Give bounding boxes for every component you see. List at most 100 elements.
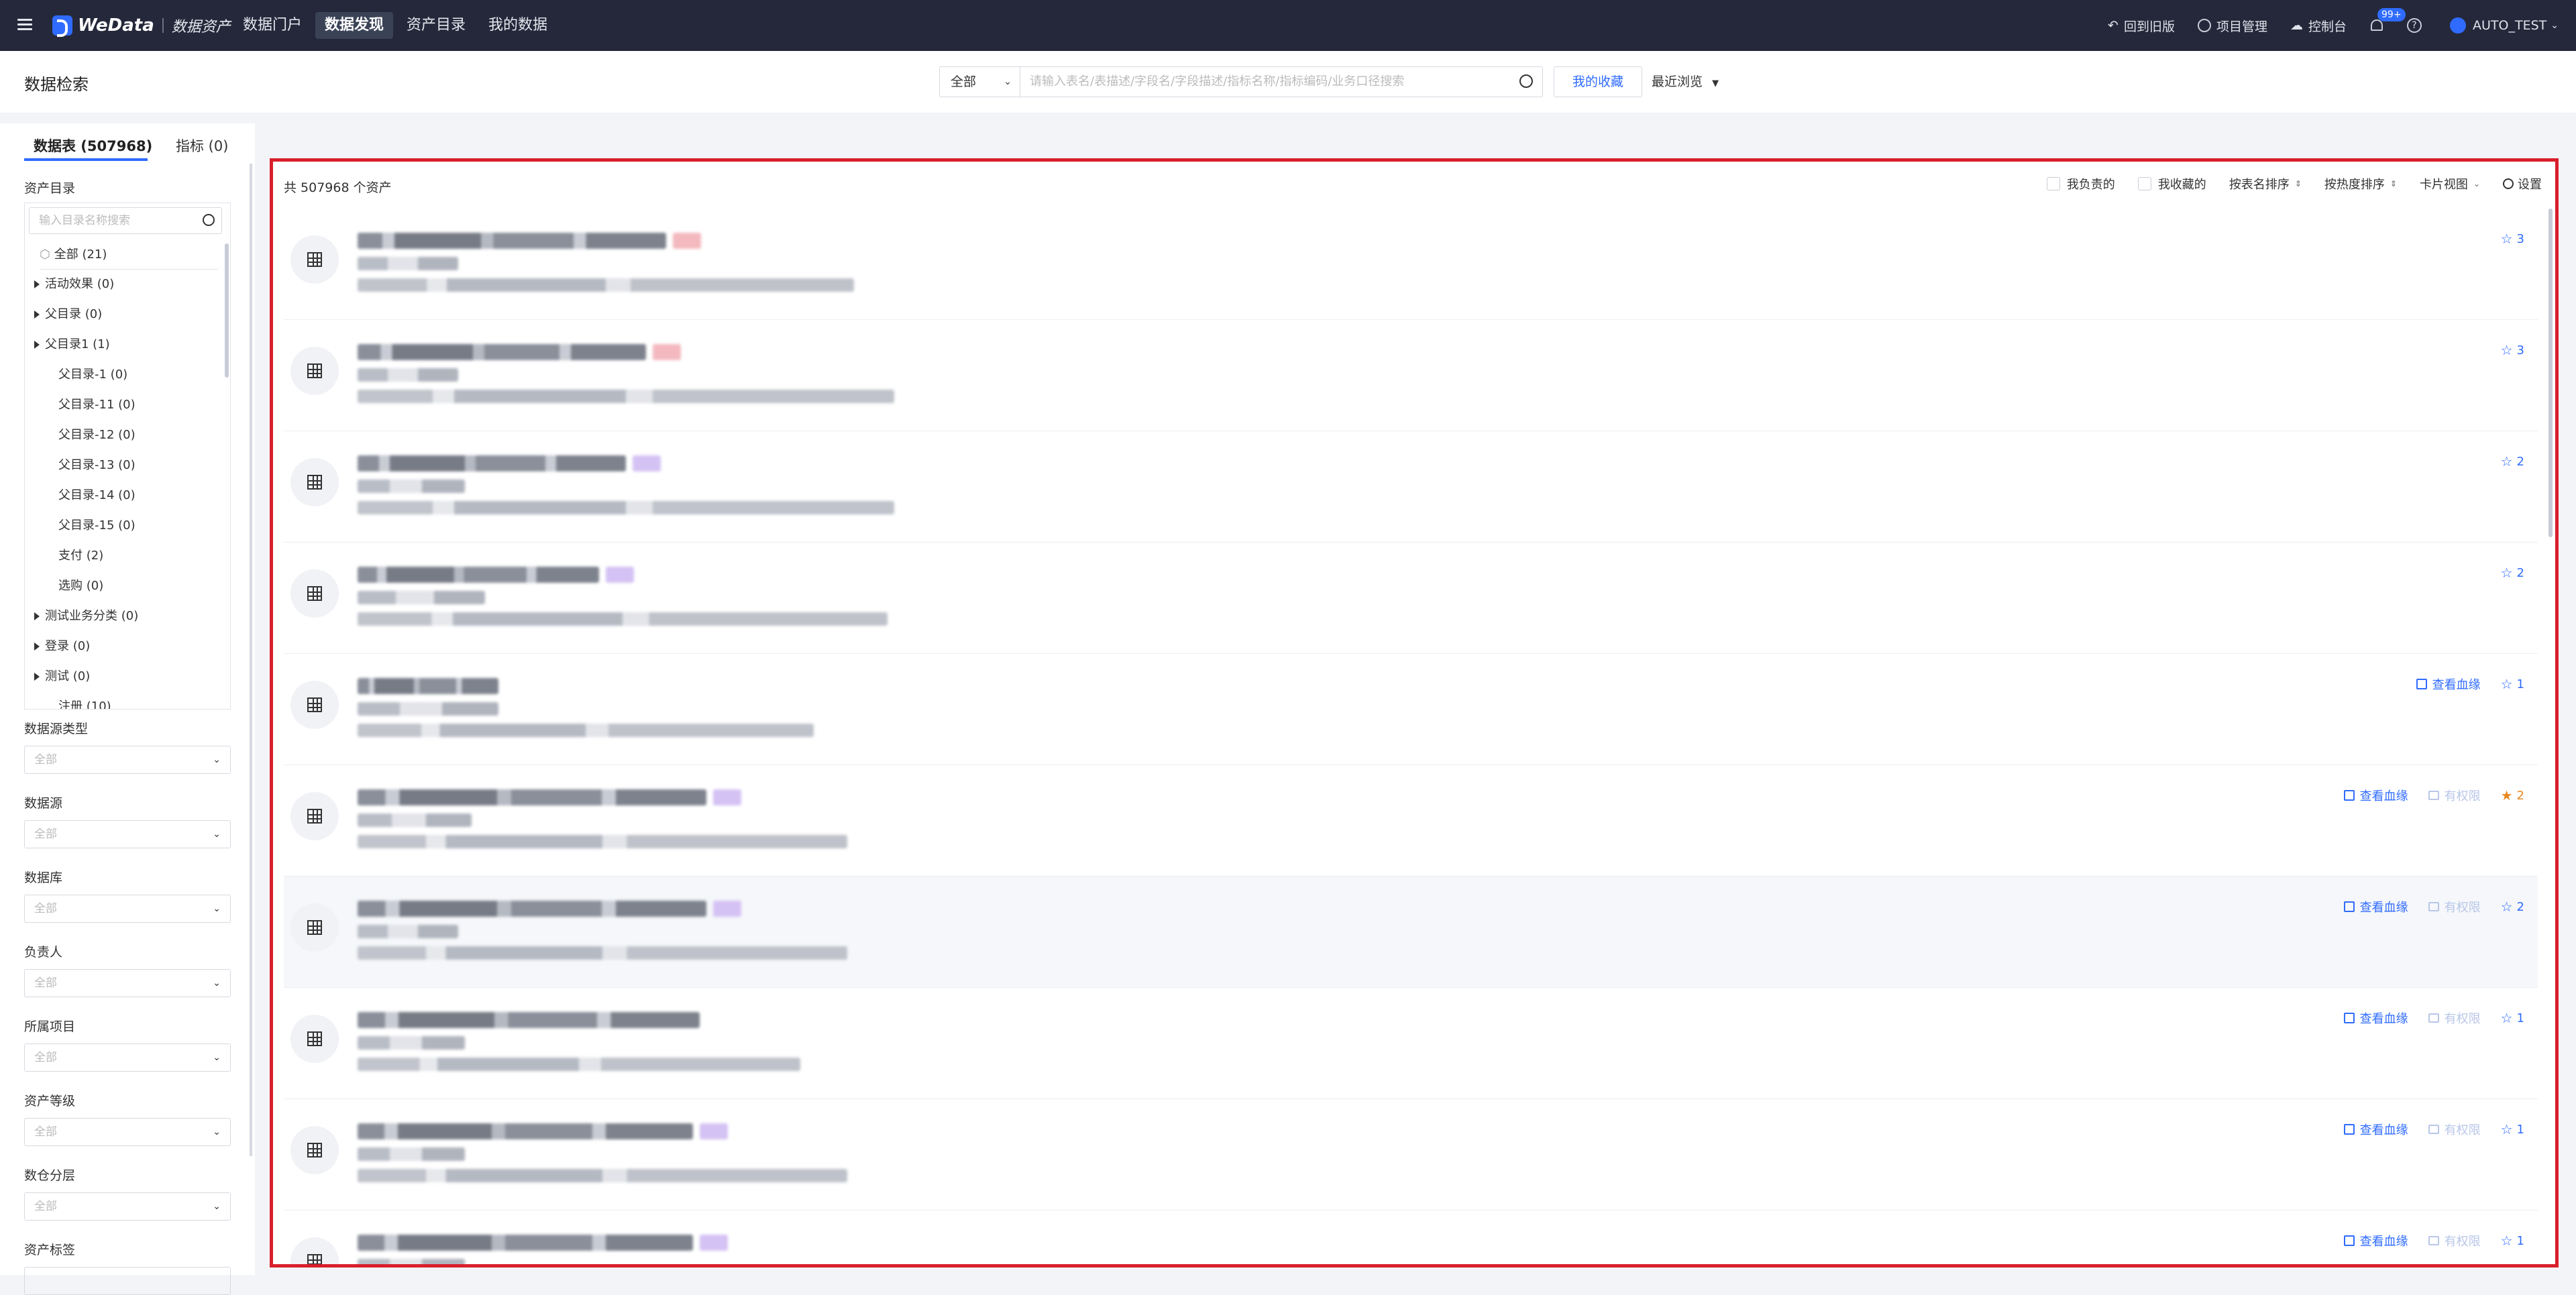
view-lineage-button[interactable]: 查看血缘 [2343,1009,2408,1027]
favorite-button[interactable]: ☆ 3 [2501,231,2524,247]
asset-card-row[interactable]: ☆ 3 [284,320,2538,431]
table-name-redacted[interactable] [358,344,646,360]
favorite-button[interactable]: ☆ 2 [2501,565,2524,581]
tree-item-activity-effect[interactable]: 活动效果 (0) [34,274,114,294]
tree-item-register[interactable]: 注册 (10) [58,697,111,709]
asset-tags-select[interactable] [24,1267,231,1295]
asset-card-row[interactable]: 查看血缘 有权限 ☆ 1 [284,1210,2538,1264]
results-scrollbar[interactable] [2548,209,2553,537]
tree-item-parent-dir-1[interactable]: 父目录-1 (0) [58,365,127,385]
favorite-button[interactable]: ☆ 1 [2501,1010,2524,1026]
tree-item-test-business[interactable]: 测试业务分类 (0) [34,606,138,626]
table-name-redacted[interactable] [358,789,706,805]
nav-asset-catalog[interactable]: 资产目录 [397,12,475,39]
tree-item-parent-dir-12[interactable]: 父目录-12 (0) [58,425,136,445]
view-lineage-button[interactable]: 查看血缘 [2343,787,2408,804]
hamburger-menu-icon[interactable] [17,16,32,35]
has-permission-button[interactable]: 有权限 [2428,1121,2481,1138]
search-icon[interactable] [1519,74,1533,88]
tree-item-parent-dir-15[interactable]: 父目录-15 (0) [58,516,136,536]
favorite-button[interactable]: ☆ 2 [2501,899,2524,915]
caret-right-icon[interactable] [34,642,40,651]
nav-data-portal[interactable]: 数据门户 [233,12,311,39]
tree-item-test[interactable]: 测试 (0) [34,667,90,687]
favorite-button[interactable]: ☆ 2 [2501,453,2524,469]
asset-card-row[interactable]: 查看血缘 有权限 ★ 2 [284,765,2538,877]
favorite-button[interactable]: ☆ 1 [2501,1233,2524,1249]
favorite-button[interactable]: ★ 2 [2501,787,2524,803]
back-to-old-version-link[interactable]: ↶ 回到旧版 [2108,17,2175,35]
asset-card-row[interactable]: 查看血缘 有权限 ☆ 2 [284,877,2538,988]
favorite-button[interactable]: ☆ 3 [2501,342,2524,358]
has-permission-button[interactable]: 有权限 [2428,1232,2481,1249]
datasource-type-select[interactable]: 全部 ⌄ [24,746,231,774]
checkbox[interactable] [2137,177,2151,190]
project-select[interactable]: 全部 ⌄ [24,1044,231,1072]
view-mode-dropdown[interactable]: 卡片视图 ⌄ [2420,175,2480,192]
tree-scrollbar[interactable] [225,243,229,378]
owner-select[interactable]: 全部 ⌄ [24,969,231,997]
tree-item-login[interactable]: 登录 (0) [34,636,90,657]
sort-by-name-button[interactable]: 按表名排序 ⇕ [2229,175,2302,192]
search-input[interactable]: 请输入表名/表描述/字段名/字段描述/指标名称/指标编码/业务口径搜索 [1020,66,1543,97]
caret-right-icon[interactable] [34,280,40,288]
search-scope-select[interactable]: 全部 ⌄ [939,66,1020,97]
table-name-redacted[interactable] [358,455,626,471]
tree-item-payment[interactable]: 支付 (2) [58,546,103,566]
asset-card-row[interactable]: ☆ 2 [284,431,2538,543]
asset-level-select[interactable]: 全部 ⌄ [24,1118,231,1146]
table-name-redacted[interactable] [358,233,666,249]
favorite-button[interactable]: ☆ 1 [2501,676,2524,692]
tree-item-parent-dir1[interactable]: 父目录1 (1) [34,335,110,355]
project-management-link[interactable]: 项目管理 [2197,17,2267,35]
has-permission-button[interactable]: 有权限 [2428,1009,2481,1027]
tab-metrics[interactable]: 指标 (0) [176,135,228,156]
nav-my-data[interactable]: 我的数据 [479,12,557,39]
sort-by-hot-button[interactable]: 按热度排序 ⇕ [2324,175,2397,192]
table-name-redacted[interactable] [358,567,599,583]
asset-card-row[interactable]: ☆ 2 [284,543,2538,654]
tree-item-all[interactable]: ⬡ 全部 (21) [40,245,218,270]
my-owned-checkbox[interactable]: 我负责的 [2046,175,2115,192]
asset-card-row[interactable]: 查看血缘 有权限 ☆ 1 [284,1099,2538,1210]
table-name-redacted[interactable] [358,1012,700,1028]
user-menu[interactable]: AUTO_TEST ⌄ [2450,17,2559,34]
console-link[interactable]: ☁ 控制台 [2290,17,2347,35]
caret-right-icon[interactable] [34,311,40,319]
tree-item-parent-dir-11[interactable]: 父目录-11 (0) [58,395,136,415]
table-name-redacted[interactable] [358,1235,693,1251]
tree-item-parent-dir-13[interactable]: 父目录-13 (0) [58,455,136,475]
my-favorited-checkbox[interactable]: 我收藏的 [2137,175,2206,192]
caret-right-icon[interactable] [34,673,40,681]
tab-tables[interactable]: 数据表 (507968) [34,135,152,156]
warehouse-layer-select[interactable]: 全部 ⌄ [24,1192,231,1221]
caret-right-icon[interactable] [34,341,40,349]
nav-data-discovery[interactable]: 数据发现 [315,12,394,39]
view-lineage-button[interactable]: 查看血缘 [2343,898,2408,915]
table-name-redacted[interactable] [358,678,498,694]
my-favorites-button[interactable]: 我的收藏 [1554,66,1642,97]
checkbox[interactable] [2046,177,2060,190]
caret-right-icon[interactable] [34,612,40,620]
has-permission-button[interactable]: 有权限 [2428,787,2481,804]
asset-card-row[interactable]: 查看血缘 ☆ 1 [284,654,2538,765]
view-lineage-button[interactable]: 查看血缘 [2343,1121,2408,1138]
asset-card-row[interactable]: 查看血缘 有权限 ☆ 1 [284,988,2538,1099]
database-select[interactable]: 全部 ⌄ [24,895,231,923]
table-name-redacted[interactable] [358,1123,693,1139]
catalog-search-input[interactable]: 输入目录名称搜索 [29,207,222,234]
tree-item-purchase[interactable]: 选购 (0) [58,576,103,596]
notification-bell-icon[interactable]: 99+ [2369,8,2406,34]
sidebar-scrollbar[interactable] [250,164,252,1156]
tree-item-parent-dir[interactable]: 父目录 (0) [34,304,102,325]
help-icon[interactable]: ? [2407,18,2422,33]
view-lineage-button[interactable]: 查看血缘 [2343,1232,2408,1249]
datasource-select[interactable]: 全部 ⌄ [24,820,231,848]
search-icon[interactable] [203,214,215,226]
favorite-button[interactable]: ☆ 1 [2501,1121,2524,1137]
tree-item-parent-dir-14[interactable]: 父目录-14 (0) [58,486,136,506]
has-permission-button[interactable]: 有权限 [2428,898,2481,915]
settings-button[interactable]: 设置 [2503,175,2542,192]
table-name-redacted[interactable] [358,901,706,917]
recent-browse-dropdown[interactable]: 最近浏览 ▼ [1652,66,1719,97]
